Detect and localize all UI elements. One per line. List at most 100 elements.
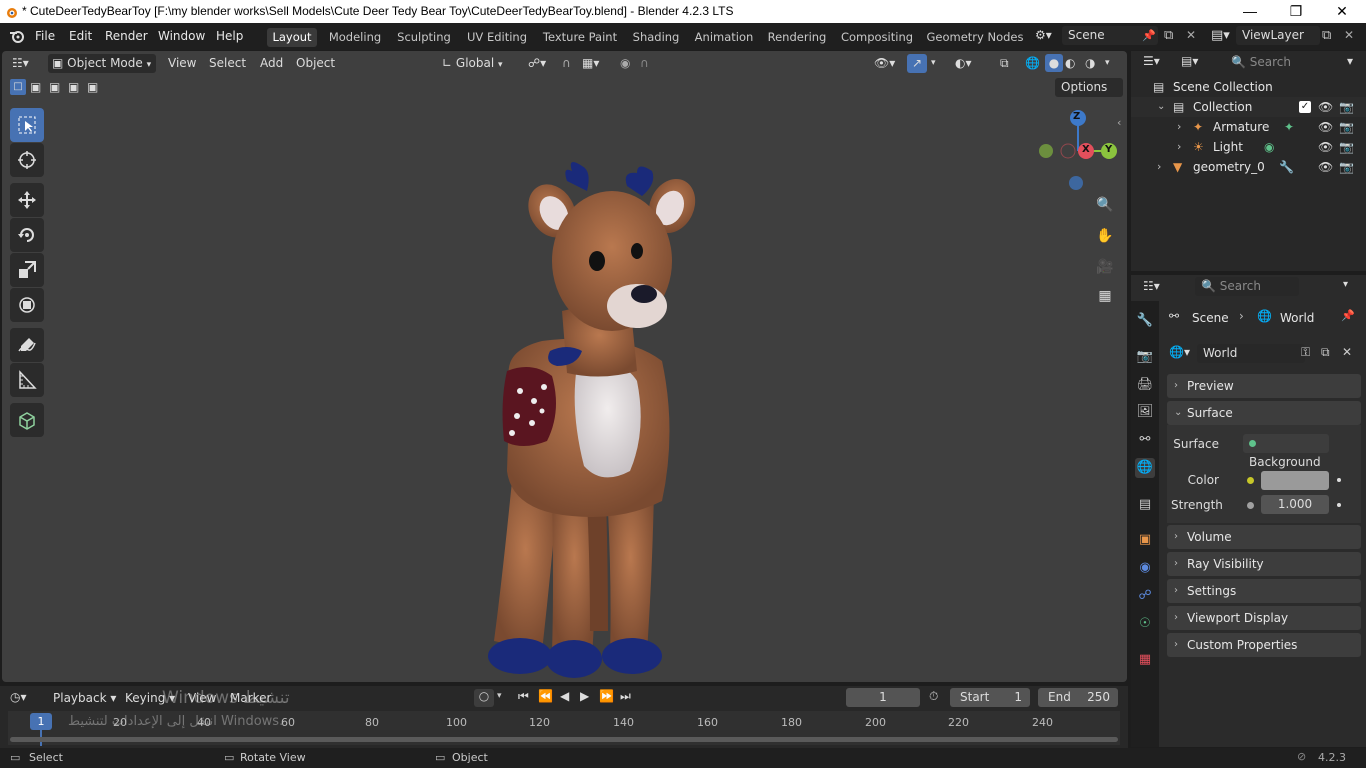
visibility-icon[interactable]: 👁▾ <box>874 54 895 73</box>
maximize-button[interactable]: ❐ <box>1273 1 1319 22</box>
play-icon[interactable]: ▶ <box>580 689 589 703</box>
eye-icon[interactable]: 👁 <box>1318 117 1333 137</box>
tab-layout[interactable]: Layout <box>267 28 317 47</box>
pin-icon[interactable]: 📌 <box>1341 309 1355 322</box>
outliner-editor-type-icon[interactable]: ☰▾ <box>1143 54 1160 68</box>
chevron-down-icon[interactable]: ⌄ <box>1157 97 1165 117</box>
menu-help[interactable]: Help <box>216 29 243 43</box>
shading-rendered-icon[interactable]: ◑ <box>1085 54 1095 73</box>
tool-scale[interactable] <box>10 253 44 287</box>
eye-icon[interactable]: 👁 <box>1318 97 1333 117</box>
color-swatch[interactable] <box>1261 471 1329 490</box>
proportional-edit-icon[interactable]: ◉ <box>620 54 630 73</box>
select-mode-new-icon[interactable]: □ <box>10 79 26 95</box>
editor-type-icon[interactable]: ☷▾ <box>12 54 29 73</box>
delete-viewlayer-icon[interactable]: ✕ <box>1344 28 1354 42</box>
tab-animation[interactable]: Animation <box>692 28 756 47</box>
panel-volume[interactable]: › Volume <box>1167 525 1361 549</box>
camera-icon[interactable]: 📷 <box>1339 137 1354 157</box>
3d-viewport[interactable]: ☷▾ ▣ Object Mode ▾ View Select Add Objec… <box>2 51 1127 682</box>
menu-file[interactable]: File <box>35 29 55 43</box>
new-viewlayer-icon[interactable]: ⧉ <box>1322 28 1331 43</box>
delete-scene-icon[interactable]: ✕ <box>1186 28 1196 42</box>
blender-menu-icon[interactable] <box>9 29 25 43</box>
tab-rendering[interactable]: Rendering <box>766 28 828 47</box>
duplicate-world-icon[interactable]: ⧉ <box>1321 345 1330 360</box>
tool-tab-icon[interactable]: 🔧 <box>1135 311 1155 331</box>
overlays-icon[interactable]: ◐▾ <box>955 54 972 73</box>
outliner-row-collection[interactable]: ⌄ ▤ Collection ✓ 👁 📷 <box>1131 97 1366 117</box>
camera-icon[interactable]: 📷 <box>1339 97 1354 117</box>
color-socket-icon[interactable] <box>1247 477 1254 484</box>
strength-socket-icon[interactable] <box>1247 502 1254 509</box>
outliner-row-armature[interactable]: › ✦ Armature ✦ 👁 📷 <box>1131 117 1366 137</box>
outliner-row-light[interactable]: › ☀ Light ◉ 👁 📷 <box>1131 137 1366 157</box>
shading-dropdown-icon[interactable]: ▾ <box>1105 54 1110 73</box>
shading-wireframe-icon[interactable]: 🌐 <box>1025 54 1040 73</box>
menu-edit[interactable]: Edit <box>69 29 92 43</box>
ortho-grid-icon[interactable]: ▦ <box>1092 283 1118 309</box>
exclude-checkbox[interactable]: ✓ <box>1299 101 1311 113</box>
texture-tab-icon[interactable]: ▦ <box>1135 650 1155 670</box>
playhead[interactable]: 1 <box>30 713 52 730</box>
gizmo-toggle-icon[interactable]: ↗ <box>907 54 927 73</box>
select-mode-intersect-icon[interactable]: ▣ <box>87 79 98 98</box>
props-options-icon[interactable]: ▾ <box>1343 279 1348 290</box>
outliner-search-input[interactable]: 🔍 Search <box>1225 53 1340 72</box>
menu-object[interactable]: Object <box>296 54 335 73</box>
xray-icon[interactable]: ⧉ <box>1000 54 1009 73</box>
eye-icon[interactable]: 👁 <box>1318 137 1333 157</box>
jump-start-icon[interactable]: ⏮ <box>518 689 529 704</box>
zoom-icon[interactable]: 🔍 <box>1092 192 1118 218</box>
chevron-right-icon[interactable]: › <box>1177 117 1181 137</box>
select-mode-subtract-icon[interactable]: ▣ <box>49 79 60 98</box>
gizmo-dropdown-icon[interactable]: ▾ <box>931 54 936 73</box>
tool-annotate[interactable] <box>10 328 44 362</box>
data-tab-icon[interactable]: ☉ <box>1135 614 1155 634</box>
display-mode-icon[interactable]: ▤▾ <box>1181 54 1198 68</box>
tab-shading[interactable]: Shading <box>630 28 682 47</box>
viewlayer-selector[interactable]: ViewLayer <box>1236 26 1320 45</box>
tab-sculpting[interactable]: Sculpting <box>394 28 454 47</box>
auto-keying-icon[interactable]: ○ <box>474 689 494 707</box>
tool-rotate[interactable] <box>10 218 44 252</box>
world-tab-icon[interactable]: 🌐 <box>1135 458 1155 478</box>
output-tab-icon[interactable]: 🖨 <box>1135 375 1155 395</box>
end-frame-field[interactable]: End 250 <box>1038 688 1118 707</box>
camera-icon[interactable]: 📷 <box>1339 157 1354 177</box>
menu-view[interactable]: View <box>168 54 196 73</box>
orientation-selector[interactable]: ∟ Global ▾ <box>442 54 516 73</box>
chevron-right-icon[interactable]: › <box>1177 137 1181 157</box>
play-reverse-icon[interactable]: ◀ <box>560 689 569 703</box>
surface-shader-selector[interactable]: Background <box>1243 434 1329 469</box>
shading-solid-icon[interactable]: ● <box>1045 54 1063 72</box>
menu-render[interactable]: Render <box>105 29 148 43</box>
world-browse-icon[interactable]: 🌐▾ <box>1169 345 1190 359</box>
snap-icon[interactable]: ∩ <box>562 54 571 73</box>
fake-user-shield-icon[interactable]: ⚿ <box>1301 345 1310 360</box>
outliner-row-geometry[interactable]: › ▼ geometry_0 🔧 👁 📷 <box>1131 157 1366 177</box>
world-name-field[interactable]: World <box>1197 344 1305 363</box>
new-scene-icon[interactable]: ⧉ <box>1164 28 1173 43</box>
unlink-world-icon[interactable]: ✕ <box>1342 345 1352 359</box>
collection-tab-icon[interactable]: ▤ <box>1135 495 1155 515</box>
viewlayer-icon[interactable]: ▤▾ <box>1211 28 1230 43</box>
outliner-row-scene-collection[interactable]: ▤ Scene Collection <box>1131 77 1366 97</box>
panel-preview[interactable]: › Preview <box>1167 374 1361 398</box>
menu-window[interactable]: Window <box>158 29 205 43</box>
shading-material-icon[interactable]: ◐ <box>1065 54 1075 73</box>
jump-end-icon[interactable]: ⏭ <box>620 689 631 704</box>
tool-transform[interactable] <box>10 288 44 322</box>
panel-surface[interactable]: ⌄ Surface <box>1167 401 1361 425</box>
render-tab-icon[interactable]: 📷 <box>1135 347 1155 367</box>
keyframe-dot-icon[interactable] <box>1337 503 1341 507</box>
tool-cursor[interactable] <box>10 143 44 177</box>
camera-icon[interactable]: 📷 <box>1339 117 1354 137</box>
panel-settings[interactable]: › Settings <box>1167 579 1361 603</box>
strength-field[interactable]: 1.000 <box>1261 495 1329 514</box>
start-frame-field[interactable]: Start 1 <box>950 688 1030 707</box>
tool-add-cube[interactable] <box>10 403 44 437</box>
pan-hand-icon[interactable]: ✋ <box>1092 223 1118 249</box>
tool-select-box[interactable] <box>10 108 44 142</box>
timeline-scrollbar[interactable] <box>10 737 1118 742</box>
